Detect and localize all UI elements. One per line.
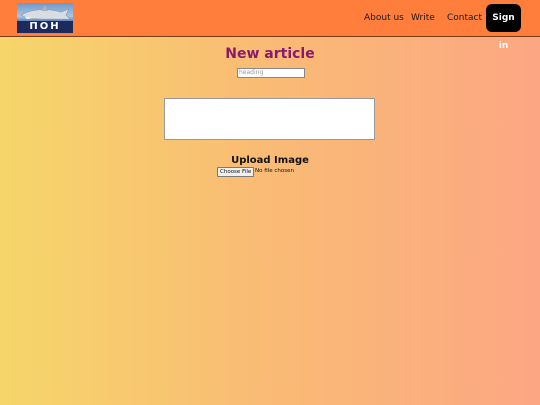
heading-input[interactable] bbox=[237, 68, 305, 78]
nav-write[interactable]: Write bbox=[411, 13, 435, 24]
logo-text: ПОН bbox=[17, 21, 73, 33]
page-title: New article bbox=[225, 46, 315, 62]
article-body-textarea[interactable] bbox=[164, 98, 375, 140]
choose-file-button[interactable]: Choose File bbox=[217, 167, 255, 177]
nav-about-us[interactable]: About us bbox=[364, 13, 404, 24]
nav-contact[interactable]: Contact bbox=[447, 13, 482, 24]
file-status-text: No file chosen bbox=[255, 168, 294, 174]
sign-in-button[interactable]: Sign in bbox=[486, 4, 521, 51]
navbar: ПОН About us Write Contact Sign in bbox=[0, 0, 540, 51]
shark-logo[interactable]: ПОН bbox=[17, 3, 73, 33]
upload-image-label: Upload Image bbox=[231, 155, 309, 166]
